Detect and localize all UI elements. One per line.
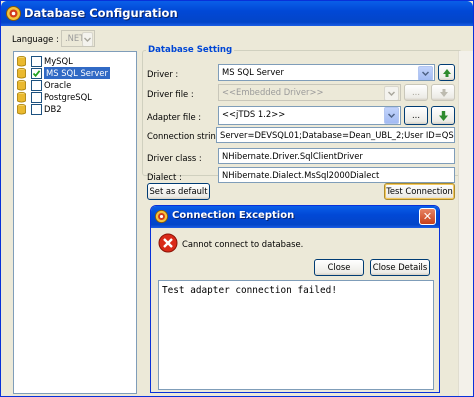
close-button[interactable]: Close (314, 259, 364, 276)
database-app-icon (155, 210, 168, 223)
connection-string-field[interactable]: Server=DEVSQL01;Database=Dean_UBL_2;User… (216, 127, 455, 143)
driver-class-field[interactable]: NHibernate.Driver.SqlClientDriver (218, 148, 455, 164)
driver-file-browse-button[interactable]: ... (404, 84, 428, 101)
dialog-title: Connection Exception (172, 210, 295, 221)
tree-item-checkbox[interactable] (31, 104, 42, 115)
chevron-down-icon (422, 71, 429, 77)
driver-dropdown-button[interactable] (418, 66, 433, 80)
driver-file-dropdown-button[interactable] (384, 86, 399, 100)
database-tree: MySQL MS SQL Server Oracle PostgreSQL DB2 (13, 51, 137, 394)
tree-item-label: MySQL (44, 56, 73, 66)
chevron-down-icon (388, 91, 395, 97)
checkmark-icon (32, 70, 41, 78)
database-icon (17, 104, 26, 115)
tree-item-label: DB2 (44, 104, 62, 114)
driver-select[interactable]: MS SQL Server (218, 64, 435, 81)
test-connection-button[interactable]: Test Connection (384, 183, 455, 200)
adapter-file-label: Adapter file : (147, 112, 202, 122)
connection-exception-dialog: Connection Exception ✕ Cannot connect to… (150, 205, 440, 393)
language-label: Language : (12, 34, 59, 44)
dialog-close-icon[interactable]: ✕ (419, 208, 436, 225)
driver-file-value: <<Embedded Driver>> (222, 87, 324, 97)
driver-value: MS SQL Server (222, 67, 284, 77)
adapter-file-select[interactable]: <<jTDS 1.2>> (218, 106, 401, 125)
green-arrow-up-icon (443, 69, 451, 77)
driver-up-button[interactable] (438, 64, 455, 81)
dialect-field[interactable]: NHibernate.Dialect.MsSql2000Dialect (218, 167, 455, 183)
window-title: Database Configuration (24, 6, 178, 20)
tree-item-checkbox[interactable] (31, 92, 42, 103)
driver-file-select[interactable]: <<Embedded Driver>> (218, 84, 401, 101)
language-dropdown-button[interactable] (82, 32, 93, 46)
dialect-label: Dialect : (147, 172, 182, 182)
driver-label: Driver : (147, 69, 179, 79)
database-app-icon (6, 6, 21, 21)
tree-item-label: Oracle (44, 80, 72, 90)
close-details-button[interactable]: Close Details (370, 259, 430, 276)
driver-class-label: Driver class : (147, 153, 202, 163)
database-setting-title: Database Setting (146, 45, 235, 55)
connection-string-label: Connection string : (147, 131, 227, 141)
tree-item-checkbox[interactable] (31, 80, 42, 91)
adapter-file-value: <<jTDS 1.2>> (222, 109, 286, 119)
dialog-title-bar[interactable]: Connection Exception ✕ (151, 206, 439, 228)
arrow-down-icon (440, 89, 448, 97)
database-icon (17, 92, 26, 103)
green-arrow-down-icon (439, 111, 448, 121)
error-icon (158, 233, 178, 253)
exception-details-text[interactable]: Test adapter connection failed! (158, 280, 434, 390)
database-icon (17, 80, 26, 91)
tree-item-checkbox[interactable] (31, 68, 42, 79)
adapter-file-browse-button[interactable]: ... (404, 106, 428, 125)
driver-file-label: Driver file : (147, 89, 194, 99)
title-bar[interactable]: Database Configuration (1, 1, 473, 26)
adapter-file-download-button[interactable] (431, 106, 455, 125)
chevron-down-icon (84, 37, 91, 42)
language-select[interactable]: .NET (61, 30, 95, 47)
driver-file-download-button[interactable] (431, 84, 455, 101)
tree-item-label: PostgreSQL (44, 92, 92, 102)
database-icon (17, 56, 26, 67)
tree-item-label: MS SQL Server (44, 67, 110, 79)
adapter-file-dropdown-button[interactable] (384, 107, 399, 124)
vertical-scrollbar[interactable] (458, 51, 473, 396)
database-icon (17, 68, 26, 79)
error-message: Cannot connect to database. (182, 239, 304, 249)
tree-item-checkbox[interactable] (31, 56, 42, 67)
set-as-default-button[interactable]: Set as default (147, 183, 210, 200)
chevron-down-icon (388, 113, 395, 119)
